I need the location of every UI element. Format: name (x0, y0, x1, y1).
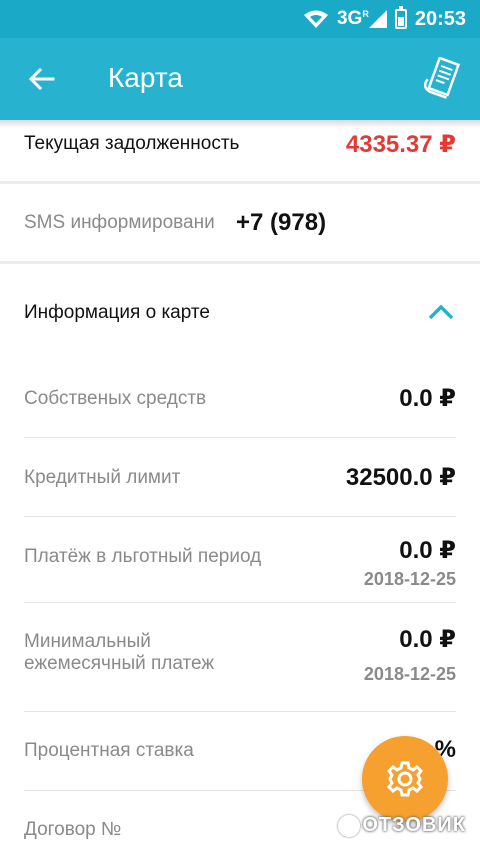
divider (24, 516, 456, 517)
app-bar: Карта (0, 38, 480, 120)
row-date: 2018-12-25 (363, 664, 456, 684)
app-bar-shadow (0, 120, 480, 128)
row-label: Собственых средств (24, 388, 207, 409)
status-bar: 3G R 20:53 (0, 0, 480, 38)
divider (24, 602, 456, 603)
watermark-text: ОТЗОВИК (362, 814, 466, 836)
page-title: Карта (108, 62, 183, 93)
card-info-title: Информация о карте (24, 302, 210, 323)
row-label: Договор № (24, 819, 122, 840)
network-indicator: 3G R (337, 8, 387, 30)
info-row-credit-limit: Кредитный лимит 32500.0 ₽ (24, 464, 456, 497)
back-button[interactable] (22, 59, 62, 99)
row-value: 0.0 ₽ (399, 385, 456, 412)
sms-label: SMS информировани (24, 212, 215, 233)
wifi-icon (303, 10, 328, 28)
debt-label: Текущая задолженность (24, 133, 240, 154)
row-value: 0.0 ₽ (399, 626, 456, 653)
clock: 20:53 (414, 7, 466, 30)
sms-phone-value: +7 (978) (236, 209, 327, 236)
watermark-logo-icon (338, 814, 361, 837)
row-label-line1: Минимальный (24, 631, 151, 652)
battery-icon (394, 6, 407, 29)
watermark: ОТЗОВИК (338, 814, 466, 837)
arrow-left-icon (29, 68, 55, 90)
row-label: Кредитный лимит (24, 467, 181, 488)
receipt-icon (423, 57, 461, 99)
row-label: Процентная ставка (24, 740, 194, 761)
collapse-button[interactable] (424, 297, 458, 327)
divider (0, 261, 480, 264)
chevron-up-icon (428, 304, 454, 320)
network-type: 3G (336, 8, 363, 29)
row-date: 2018-12-25 (363, 569, 456, 589)
signal-icon (368, 10, 387, 28)
settings-fab[interactable] (362, 736, 448, 822)
status-icons: 3G R 20:53 (303, 0, 466, 38)
row-value: 32500.0 ₽ (345, 464, 456, 491)
row-label: Платёж в льготный период (24, 546, 262, 567)
divider (24, 437, 456, 438)
info-row-own-funds: Собственых средств 0.0 ₽ (24, 385, 456, 418)
info-row-grace-payment: Платёж в льготный период 0.0 ₽ 2018-12-2… (24, 537, 456, 596)
gear-icon (387, 761, 423, 797)
row-value: 0.0 ₽ (399, 537, 456, 564)
receipt-button[interactable] (418, 54, 466, 102)
info-row-min-payment: Минимальный ежемесячный платеж 0.0 ₽ 201… (24, 626, 456, 691)
divider (0, 181, 480, 184)
divider (24, 711, 456, 712)
debt-value: 4335.37 ₽ (345, 131, 456, 158)
